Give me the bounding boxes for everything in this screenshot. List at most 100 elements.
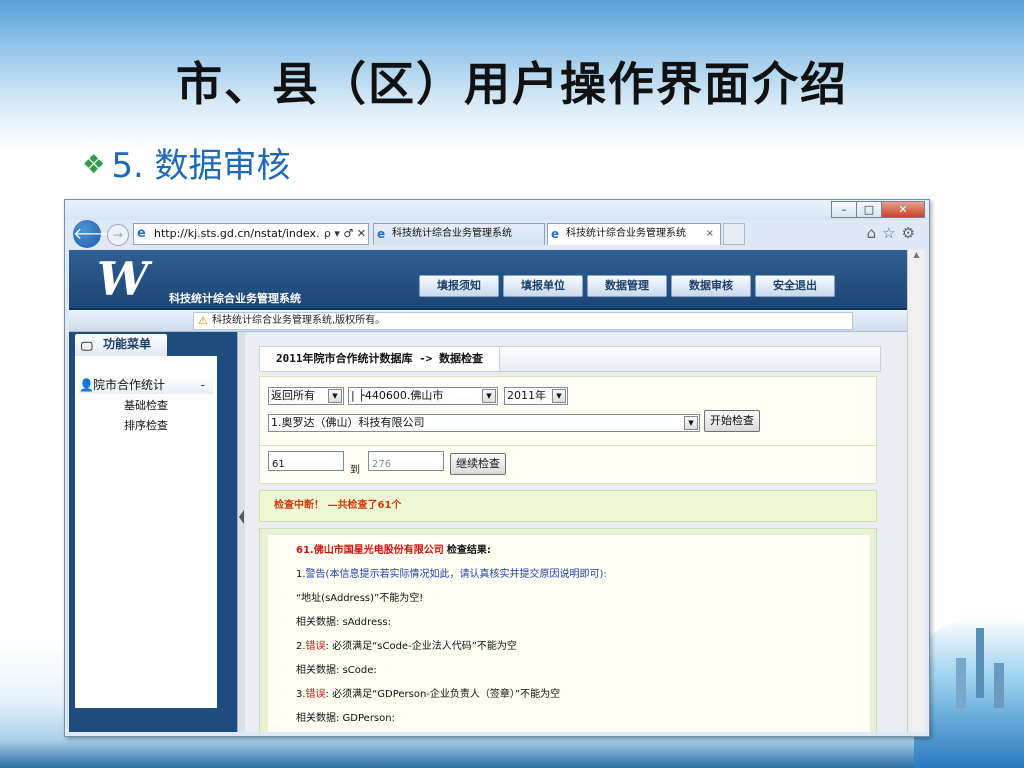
tower-shape <box>994 663 1004 708</box>
collapse-icon[interactable]: - <box>201 376 205 394</box>
result-line: 1.警告(本信息提示若实际情况如此，请认真核实并提交原因说明即可): <box>296 565 607 580</box>
line-text: : 必须满足“sCode-企业法人代码”不能为空 <box>325 641 517 652</box>
dropdown-arrow-icon: ▼ <box>552 389 566 403</box>
top-navigation: 填报须知 填报单位 数据管理 数据审核 安全退出 <box>419 275 839 297</box>
app-header: W 科技统计综合业务管理系统 填报须知 填报单位 数据管理 数据审核 安全退出 <box>69 250 907 310</box>
line-prefix: 2. <box>296 641 306 652</box>
nav-data-management[interactable]: 数据管理 <box>587 275 667 297</box>
sidebar-splitter[interactable] <box>237 332 245 732</box>
gear-icon[interactable]: ⚙ <box>902 224 921 242</box>
favorites-star-icon[interactable]: ☆ <box>882 224 901 242</box>
minimize-button[interactable]: – <box>831 201 857 218</box>
scope-value: 返回所有 <box>271 389 315 402</box>
address-tools[interactable]: ρ ▾ ♂ ✕ <box>320 224 366 244</box>
range-from-input[interactable]: 61 <box>268 451 344 471</box>
menu-group-label: 院市合作统计 <box>93 378 166 392</box>
warning-icon: ⚠ <box>198 314 208 327</box>
error-tag: 错误 <box>305 641 326 652</box>
notice-text: 科技统计综合业务管理系统,版权所有。 <box>212 315 386 326</box>
result-label: 检查结果: <box>446 545 491 556</box>
result-heading: 61.佛山市国星光电股份有限公司 检查结果: <box>296 541 491 556</box>
tower-shape <box>976 628 984 698</box>
ie-tab-icon: e <box>551 227 560 241</box>
nav-logout[interactable]: 安全退出 <box>755 275 835 297</box>
divider <box>260 445 876 446</box>
nav-fill-instructions[interactable]: 填报须知 <box>419 275 499 297</box>
result-line: 相关数据: sCode: <box>296 665 377 676</box>
company-select[interactable]: 1.奥罗达（佛山）科技有限公司 ▼ <box>268 414 700 432</box>
copyright-notice: ⚠ 科技统计综合业务管理系统,版权所有。 <box>193 312 853 330</box>
year-select[interactable]: 2011年 ▼ <box>504 387 568 405</box>
breadcrumb-text: 2011年院市合作统计数据库 -> 数据检查 <box>260 347 500 371</box>
scope-select[interactable]: 返回所有 ▼ <box>268 387 344 405</box>
decorative-city-graphic <box>914 618 1024 768</box>
start-check-button[interactable]: 开始检查 <box>704 410 760 432</box>
dropdown-arrow-icon: ▼ <box>328 389 342 403</box>
slide-title: 市、县（区）用户操作界面介绍 <box>176 57 848 111</box>
region-value: | ├440600.佛山市 <box>351 389 444 402</box>
range-to-label: 到 <box>350 465 360 476</box>
browser-tab-1[interactable]: e 科技统计综合业务管理系统 <box>373 223 545 245</box>
user-icon: 👤 <box>79 378 94 392</box>
tower-shape <box>956 658 966 708</box>
line-text: (本信息提示若实际情况如此，请认真核实并提交原因说明即可): <box>325 569 607 580</box>
function-menu-tab[interactable]: 🖵 功能菜单 <box>75 334 167 356</box>
result-line: “地址(sAddress)”不能为空! <box>296 593 424 604</box>
menu-panel: 👤 院市合作统计 - 基础检查 排序检查 <box>75 356 217 708</box>
app-logo: W <box>97 252 149 306</box>
nav-reporting-units[interactable]: 填报单位 <box>503 275 583 297</box>
page-scrollbar[interactable]: ▲ <box>907 250 925 732</box>
result-content: 61.佛山市国星光电股份有限公司 检查结果: 1.警告(本信息提示若实际情况如此… <box>268 535 870 732</box>
forward-button[interactable]: → <box>107 224 129 246</box>
tab-label: 科技统计综合业务管理系统 <box>392 228 512 239</box>
line-prefix: 3. <box>296 689 306 700</box>
menu-group-cooperation-stats[interactable]: 👤 院市合作统计 - <box>79 376 213 394</box>
range-to-input[interactable]: 276 <box>368 451 444 471</box>
ie-tab-icon: e <box>377 227 386 241</box>
breadcrumb: 2011年院市合作统计数据库 -> 数据检查 <box>259 346 881 372</box>
notice-bar: ⚠ 科技统计综合业务管理系统,版权所有。 <box>69 310 907 332</box>
ie-page-icon: e <box>137 226 146 241</box>
sidebar-item-basic-check[interactable]: 基础检查 <box>79 396 213 416</box>
result-line: 相关数据: GDPerson: <box>296 713 395 724</box>
page-viewport: W 科技统计综合业务管理系统 填报须知 填报单位 数据管理 数据审核 安全退出 … <box>69 250 907 732</box>
new-tab-button[interactable] <box>723 223 745 245</box>
window-controls: – □ ✕ <box>831 201 925 218</box>
dropdown-arrow-icon: ▼ <box>684 416 698 430</box>
region-select[interactable]: | ├440600.佛山市 ▼ <box>348 387 498 405</box>
year-value: 2011年 <box>507 389 546 402</box>
browser-tab-2[interactable]: e 科技统计综合业务管理系统 × <box>547 223 721 245</box>
sidebar-item-sort-check[interactable]: 排序检查 <box>79 416 213 436</box>
result-company: 61.佛山市国星光电股份有限公司 <box>296 545 444 556</box>
back-button[interactable]: 🡐 <box>73 220 116 248</box>
home-icon[interactable]: ⌂ <box>867 224 883 242</box>
line-text: : 必须满足“GDPerson-企业负责人（签章）”不能为空 <box>325 689 561 700</box>
close-tab-icon[interactable]: × <box>706 224 714 244</box>
line-prefix: 1. <box>296 569 306 580</box>
scroll-up-icon[interactable]: ▲ <box>908 250 925 259</box>
monitor-icon: 🖵 <box>81 339 93 353</box>
menu-title: 功能菜单 <box>103 337 152 351</box>
company-value: 1.奥罗达（佛山）科技有限公司 <box>271 416 425 429</box>
system-name: 科技统计综合业务管理系统 <box>169 292 301 305</box>
error-tag: 错误 <box>305 689 326 700</box>
main-content: 2011年院市合作统计数据库 -> 数据检查 返回所有 ▼ | ├440600.佛… <box>245 332 907 732</box>
result-line: 3.错误: 必须满足“GDPerson-企业负责人（签章）”不能为空 <box>296 685 560 700</box>
tab-label: 科技统计综合业务管理系统 <box>566 228 686 239</box>
address-url: http://kj.sts.gd.cn/nstat/index. <box>154 227 320 240</box>
close-window-button[interactable]: ✕ <box>881 201 925 218</box>
browser-window: – □ ✕ 🡐 → e http://kj.sts.gd.cn/nstat/in… <box>64 199 930 737</box>
nav-data-review[interactable]: 数据审核 <box>671 275 751 297</box>
warning-tag: 警告 <box>305 569 326 580</box>
filter-panel: 返回所有 ▼ | ├440600.佛山市 ▼ 2011年 ▼ 1.奥罗达（佛山）科技有… <box>259 376 877 484</box>
maximize-button[interactable]: □ <box>856 201 882 218</box>
slide-subtitle: ❖ 5. 数据审核 <box>82 138 291 187</box>
result-line: 相关数据: sAddress: <box>296 617 391 628</box>
address-bar[interactable]: e http://kj.sts.gd.cn/nstat/index. ρ ▾ ♂… <box>133 223 369 245</box>
window-titlebar: – □ ✕ <box>65 200 929 220</box>
result-line: 2.错误: 必须满足“sCode-企业法人代码”不能为空 <box>296 637 517 652</box>
continue-check-button[interactable]: 继续检查 <box>450 453 506 475</box>
sidebar: 🖵 功能菜单 👤 院市合作统计 - 基础检查 排序检查 <box>69 332 237 732</box>
diamond-bullet-icon: ❖ <box>82 150 106 180</box>
collapse-arrow-icon[interactable] <box>239 510 244 524</box>
